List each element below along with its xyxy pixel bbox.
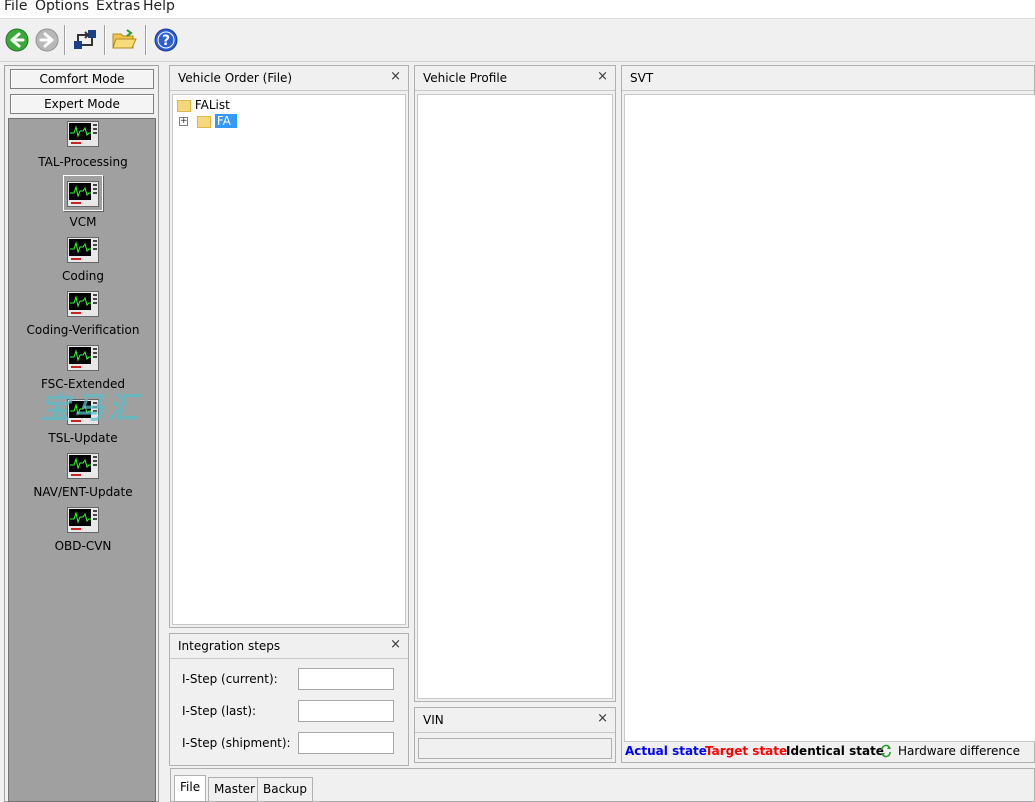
folder-icon — [177, 99, 191, 112]
help-icon[interactable]: ? — [153, 27, 179, 53]
tab-master[interactable]: Master — [208, 777, 261, 801]
close-icon[interactable]: × — [390, 69, 401, 84]
legend-target-state: Target state — [705, 744, 788, 758]
panel-header: Vehicle Profile × — [415, 66, 615, 91]
monitor-icon — [67, 453, 99, 479]
menu-options[interactable]: Options — [35, 0, 89, 14]
tree-label: FA — [214, 114, 237, 128]
expert-mode-button[interactable]: Expert Mode — [10, 94, 154, 114]
panel-header: VIN × — [415, 708, 615, 733]
panel-title: Vehicle Profile — [423, 71, 508, 85]
tool-label: TSL-Update — [48, 431, 118, 445]
watermark: 宝马汇 — [40, 391, 142, 426]
open-folder-icon[interactable] — [111, 27, 137, 53]
tool-list: TAL-Processing VCM Coding Coding-Verific… — [8, 118, 156, 802]
menu-extras[interactable]: Extras — [96, 0, 140, 14]
connection-icon[interactable] — [72, 27, 98, 53]
vehicle-order-tree[interactable]: FAList + FA — [172, 94, 406, 625]
istep-last-label: I-Step (last): — [182, 704, 257, 718]
bottom-tab-panel: File Master Backup — [170, 768, 1035, 802]
close-icon[interactable]: × — [597, 711, 608, 726]
tool-label: Coding — [62, 269, 104, 283]
folder-icon — [197, 115, 211, 128]
toolbar-separator — [104, 25, 106, 55]
istep-shipment-label: I-Step (shipment): — [182, 736, 291, 750]
istep-current-label: I-Step (current): — [182, 672, 278, 686]
tree-item-root[interactable]: FAList — [177, 98, 230, 112]
panel-title: Vehicle Order (File) — [178, 71, 293, 85]
tool-label: Coding-Verification — [26, 323, 140, 337]
svg-text:?: ? — [162, 33, 170, 49]
toolbar-separator — [145, 25, 147, 55]
legend-actual-state: Actual state — [625, 744, 707, 758]
vehicle-order-panel: Vehicle Order (File) × FAList + FA — [169, 65, 409, 628]
monitor-icon — [67, 345, 99, 371]
panel-title: VIN — [423, 713, 444, 727]
menu-file[interactable]: File — [4, 0, 27, 14]
forward-arrow-icon[interactable] — [34, 27, 60, 53]
mode-panel: Comfort Mode Expert Mode TAL-Processing … — [4, 65, 159, 802]
menu-help[interactable]: Help — [143, 0, 175, 14]
monitor-icon — [67, 237, 99, 263]
istep-last-field[interactable] — [298, 700, 394, 722]
vehicle-profile-content[interactable] — [417, 94, 613, 699]
svt-panel: SVT — [621, 65, 1035, 763]
integration-steps-panel: Integration steps × I-Step (current): I-… — [169, 633, 409, 766]
tool-label: TAL-Processing — [38, 155, 128, 169]
legend-identical-state: Identical state — [786, 744, 884, 758]
panel-header: SVT — [622, 66, 1034, 91]
refresh-arrows-icon — [880, 744, 892, 758]
toolbar: ? — [0, 18, 1035, 62]
expand-icon[interactable]: + — [179, 117, 188, 126]
istep-shipment-field[interactable] — [298, 732, 394, 754]
close-icon[interactable]: × — [597, 69, 608, 84]
panel-header: Vehicle Order (File) × — [170, 66, 408, 91]
vehicle-profile-panel: Vehicle Profile × — [414, 65, 616, 702]
panel-title: SVT — [630, 71, 654, 85]
monitor-icon — [67, 291, 99, 317]
istep-current-field[interactable] — [298, 668, 394, 690]
monitor-icon — [67, 507, 99, 533]
toolbar-separator — [64, 25, 66, 55]
close-icon[interactable]: × — [390, 637, 401, 652]
tab-backup[interactable]: Backup — [257, 777, 313, 801]
tab-file[interactable]: File — [174, 775, 207, 801]
tree-item-fa[interactable]: FA — [197, 114, 237, 128]
panel-header: Integration steps × — [170, 634, 408, 659]
panel-title: Integration steps — [178, 639, 281, 653]
menu-bar: File Options Extras Help — [0, 0, 1035, 18]
monitor-icon — [67, 181, 99, 207]
monitor-icon — [67, 121, 99, 147]
tool-label: VCM — [69, 215, 97, 229]
tree-label: FAList — [194, 98, 230, 112]
svt-content[interactable] — [624, 94, 1035, 742]
tool-label: NAV/ENT-Update — [33, 485, 133, 499]
vin-field[interactable] — [418, 738, 612, 759]
comfort-mode-button[interactable]: Comfort Mode — [10, 69, 154, 89]
legend-hardware-difference: Hardware difference — [898, 744, 1020, 758]
vin-panel: VIN × — [414, 707, 616, 763]
back-arrow-icon[interactable] — [4, 27, 30, 53]
tool-label: OBD-CVN — [54, 539, 112, 553]
